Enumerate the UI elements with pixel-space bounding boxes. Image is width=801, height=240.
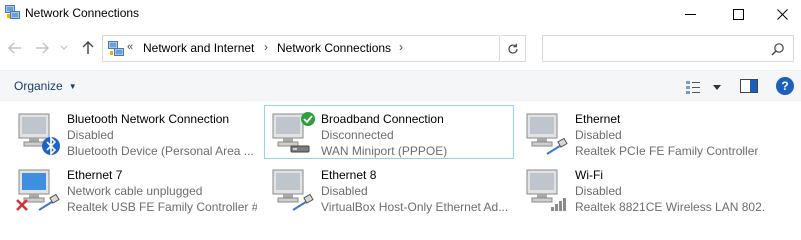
connection-name: Broadband Connection: [321, 112, 444, 126]
connection-device: WAN Miniport (PPPOE): [321, 144, 448, 158]
organize-button[interactable]: Organize ▼: [14, 79, 77, 93]
question-mark-icon: ?: [781, 79, 789, 93]
arrow-right-icon: [36, 42, 49, 54]
recent-locations-button[interactable]: [58, 39, 70, 57]
window-title: Network Connections: [25, 6, 140, 20]
caret-down-icon: [713, 84, 721, 90]
connections-list: Bluetooth Network Connection Disabled Bl…: [0, 103, 801, 237]
red-x-icon: [16, 199, 28, 211]
forward-button[interactable]: [33, 39, 51, 57]
breadcrumb-network-connections[interactable]: Network Connections: [277, 41, 391, 55]
connection-item-broadband[interactable]: Broadband Connection Disconnected WAN Mi…: [264, 105, 514, 159]
checkmark-icon: [301, 112, 315, 126]
network-adapter-icon: [18, 113, 60, 156]
connection-name: Ethernet: [575, 112, 621, 126]
refresh-button[interactable]: [501, 35, 526, 62]
minimize-icon: [685, 13, 696, 15]
connection-name: Ethernet 8: [321, 168, 377, 182]
connection-device: Bluetooth Device (Personal Area ...: [67, 144, 254, 158]
breadcrumb-network-and-internet[interactable]: Network and Internet: [143, 41, 254, 55]
change-view-button[interactable]: [685, 78, 721, 96]
network-adapter-icon: [526, 169, 566, 211]
connection-status: Network cable unplugged: [67, 184, 203, 198]
up-button[interactable]: [79, 39, 97, 57]
network-adapter-icon: [272, 112, 315, 153]
connection-status: Disconnected: [321, 128, 394, 142]
refresh-icon: [508, 43, 518, 54]
close-button[interactable]: [760, 0, 801, 28]
preview-pane-button[interactable]: [740, 78, 758, 96]
network-adapter-icon: [16, 169, 60, 211]
connection-status: Disabled: [575, 184, 622, 198]
connection-device: Realtek PCIe FE Family Controller: [575, 144, 759, 158]
search-input[interactable]: [547, 39, 767, 58]
connection-device: Realtek 8821CE Wireless LAN 802....: [575, 200, 765, 214]
command-bar: Organize ▼ ?: [0, 70, 801, 101]
preview-pane-icon: [740, 79, 758, 93]
close-icon: [777, 8, 788, 20]
connection-item-ethernet[interactable]: Ethernet Disabled Realtek PCIe FE Family…: [518, 105, 768, 159]
minimize-button[interactable]: [668, 0, 713, 28]
help-button[interactable]: ?: [776, 77, 794, 95]
connection-item-bluetooth[interactable]: Bluetooth Network Connection Disabled Bl…: [10, 105, 260, 159]
connection-name: Wi-Fi: [575, 168, 603, 182]
arrow-up-icon: [82, 41, 94, 54]
connection-device: Realtek USB FE Family Controller #4: [67, 200, 257, 214]
wifi-bars-icon: [551, 198, 566, 211]
connection-item-ethernet-7[interactable]: Ethernet 7 Network cable unplugged Realt…: [10, 161, 260, 215]
organize-label: Organize: [14, 79, 63, 93]
maximize-button[interactable]: [716, 0, 761, 28]
search-icon[interactable]: [771, 42, 785, 56]
modem-icon: [290, 145, 310, 153]
maximize-icon: [733, 8, 744, 20]
connection-device: VirtualBox Host-Only Ethernet Ad...: [321, 200, 509, 214]
arrow-left-icon: [8, 42, 21, 54]
connection-status: Disabled: [321, 184, 368, 198]
network-adapter-icon: [526, 113, 568, 155]
connection-item-ethernet-8[interactable]: Ethernet 8 Disabled VirtualBox Host-Only…: [264, 161, 514, 215]
breadcrumb-overflow[interactable]: «: [127, 41, 133, 53]
network-connections-icon: [5, 5, 20, 19]
breadcrumb-separator-icon[interactable]: ›: [399, 40, 403, 54]
search-box[interactable]: [542, 35, 794, 62]
connection-name: Bluetooth Network Connection: [67, 112, 230, 126]
back-button[interactable]: [6, 39, 24, 57]
address-bar[interactable]: « Network and Internet › Network Connect…: [102, 35, 590, 62]
connection-name: Ethernet 7: [67, 168, 123, 182]
navigation-bar: « Network and Internet › Network Connect…: [0, 33, 801, 63]
chevron-down-icon: [60, 45, 68, 50]
bluetooth-icon: [42, 136, 60, 156]
connection-item-wifi[interactable]: Wi-Fi Disabled Realtek 8821CE Wireless L…: [518, 161, 768, 215]
connection-status: Disabled: [575, 128, 622, 142]
details-view-icon: [686, 81, 700, 94]
title-bar: Network Connections: [0, 0, 801, 28]
network-connections-icon: [108, 41, 124, 56]
caret-down-icon: ▼: [68, 81, 77, 91]
connection-status: Disabled: [67, 128, 114, 142]
breadcrumb-separator-icon[interactable]: ›: [264, 40, 268, 54]
network-adapter-icon: [272, 169, 314, 211]
